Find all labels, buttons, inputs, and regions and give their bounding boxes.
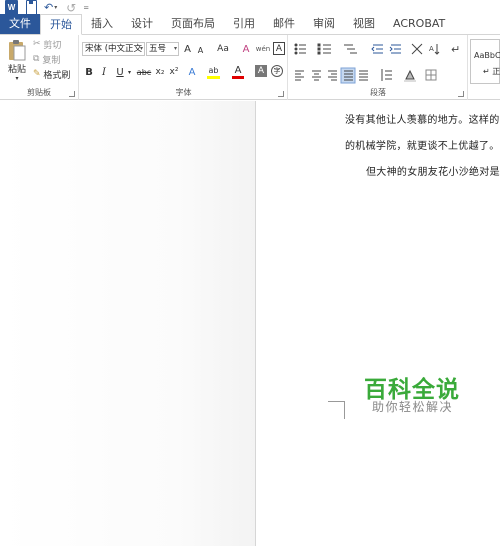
font-launcher-icon[interactable] [278,91,284,97]
increase-indent-icon [389,44,401,54]
font-name-dropdown-icon[interactable]: ▾ [140,43,143,55]
document-line-1[interactable]: 没有其他让人羡慕的地方。这样的 [345,111,500,126]
style-normal-tile[interactable]: AaBbC ↵ 正 [470,39,500,84]
shrink-font-button[interactable]: A [195,44,206,56]
tab-review[interactable]: 审阅 [304,14,344,34]
ribbon-tabs: 文件 开始 插入 设计 页面布局 引用 邮件 审阅 视图 ACROBAT [0,14,500,35]
paragraph-group: A ↵ 段落 [289,35,468,100]
tab-file[interactable]: 文件 [0,14,40,34]
style-preview: AaBbC [474,51,500,60]
highlight-button[interactable]: ab [207,65,220,79]
tab-insert[interactable]: 插入 [82,14,122,34]
grow-font-button[interactable]: A [182,42,193,56]
underline-dropdown-icon[interactable]: ▾ [126,65,133,79]
italic-button[interactable]: I [98,65,110,79]
align-right-icon [328,70,337,81]
font-size-combo[interactable]: 五号 ▾ [146,42,179,56]
customize-qat-icon[interactable]: = [83,0,89,15]
enclose-char-button[interactable]: 字 [271,65,283,77]
format-painter-button[interactable]: ✎ 格式刷 [33,68,71,81]
align-center-icon [312,70,321,81]
clipboard-launcher-icon[interactable] [69,91,75,97]
font-size-dropdown-icon[interactable]: ▾ [174,43,177,55]
font-group: 宋体 (中文正文 ▾ 五号 ▾ A A Aa A wén A B I U ▾ abc… [80,35,288,100]
multilevel-list-icon [344,44,357,54]
text-effects-button[interactable]: A [186,65,198,79]
svg-text:A: A [429,45,434,53]
cut-button[interactable]: ✂ 剪切 [33,38,62,51]
superscript-button[interactable]: x² [168,65,180,79]
watermark-subtitle: 助你轻松解决 [372,400,454,414]
tab-references[interactable]: 引用 [224,14,264,34]
document-line-2[interactable]: 的机械学院，就更谈不上优越了。 [345,137,500,152]
justify-active-bg [340,67,356,84]
ribbon-home: 粘贴 ▾ ✂ 剪切 ⧉ 复制 ✎ 格式刷 剪贴板 宋体 (中文正文 ▾ 五号 ▾ A… [0,35,500,100]
underline-button[interactable]: U [114,65,126,79]
svg-text:↵: ↵ [451,43,460,56]
style-name: ↵ 正 [483,67,500,76]
font-name-combo[interactable]: 宋体 (中文正文 ▾ [82,42,145,56]
bold-button[interactable]: B [83,65,95,79]
save-icon[interactable] [26,0,37,15]
phonetic-guide-button[interactable]: wén [256,42,270,56]
format-painter-label: 格式刷 [43,70,71,81]
quick-access-toolbar: W ↶ ▾ ↺ = [0,0,500,15]
distributed-icon [359,70,368,81]
sort-icon: A [429,44,440,55]
undo-icon[interactable]: ↶ [44,0,53,15]
align-left-icon [295,70,304,81]
tab-home[interactable]: 开始 [40,14,82,35]
brush-icon: ✎ [33,69,41,79]
document-line-3[interactable]: 但大神的女朋友花小沙绝对是 [366,163,500,178]
paragraph-launcher-icon[interactable] [458,91,464,97]
undo-dropdown-icon[interactable]: ▾ [54,0,57,15]
scissors-icon: ✂ [33,39,41,49]
copy-icon: ⧉ [33,54,40,64]
paste-button[interactable]: 粘贴 [4,63,30,75]
font-color-button[interactable]: A [232,65,244,79]
char-shading-button[interactable]: A [255,65,267,77]
line-spacing-icon [381,69,392,81]
crop-mark [328,401,345,419]
clipboard-group: 粘贴 ▾ ✂ 剪切 ⧉ 复制 ✎ 格式刷 剪贴板 [0,35,79,100]
shading-icon [404,69,416,82]
copy-label: 复制 [42,55,61,66]
tab-mailings[interactable]: 邮件 [264,14,304,34]
bullets-icon [294,43,306,55]
paragraph-tools-svg: A ↵ [294,43,460,84]
paste-icon[interactable] [6,38,28,64]
tab-layout[interactable]: 页面布局 [162,14,224,34]
document-area: 没有其他让人羡慕的地方。这样的 的机械学院，就更谈不上优越了。 但大神的女朋友花… [0,101,500,546]
change-case-button[interactable]: Aa [213,42,233,56]
clipboard-group-label: 剪贴板 [27,88,51,97]
paste-dropdown-icon[interactable]: ▾ [12,74,22,82]
decrease-indent-icon [371,44,383,54]
asian-layout-icon [411,43,423,55]
show-marks-icon: ↵ [451,43,460,56]
font-group-label: 字体 [175,88,192,97]
tab-design[interactable]: 设计 [122,14,162,34]
char-border-button[interactable]: A [273,42,285,55]
strikethrough-button[interactable]: abc [136,65,152,79]
clear-format-button[interactable]: A [240,42,252,56]
word-logo-icon: W [5,0,18,15]
tab-acrobat[interactable]: ACROBAT [384,14,454,34]
tab-view[interactable]: 视图 [344,14,384,34]
cut-label: 剪切 [43,40,62,51]
numbering-icon [317,43,331,55]
copy-button[interactable]: ⧉ 复制 [33,53,61,66]
redo-icon[interactable]: ↺ [66,0,76,15]
left-page-margin [0,101,256,546]
font-name-value: 宋体 (中文正文 [85,44,143,54]
borders-icon [425,69,437,81]
font-size-value: 五号 [149,44,167,54]
subscript-button[interactable]: x₂ [154,65,166,79]
paragraph-group-label: 段落 [370,88,386,97]
